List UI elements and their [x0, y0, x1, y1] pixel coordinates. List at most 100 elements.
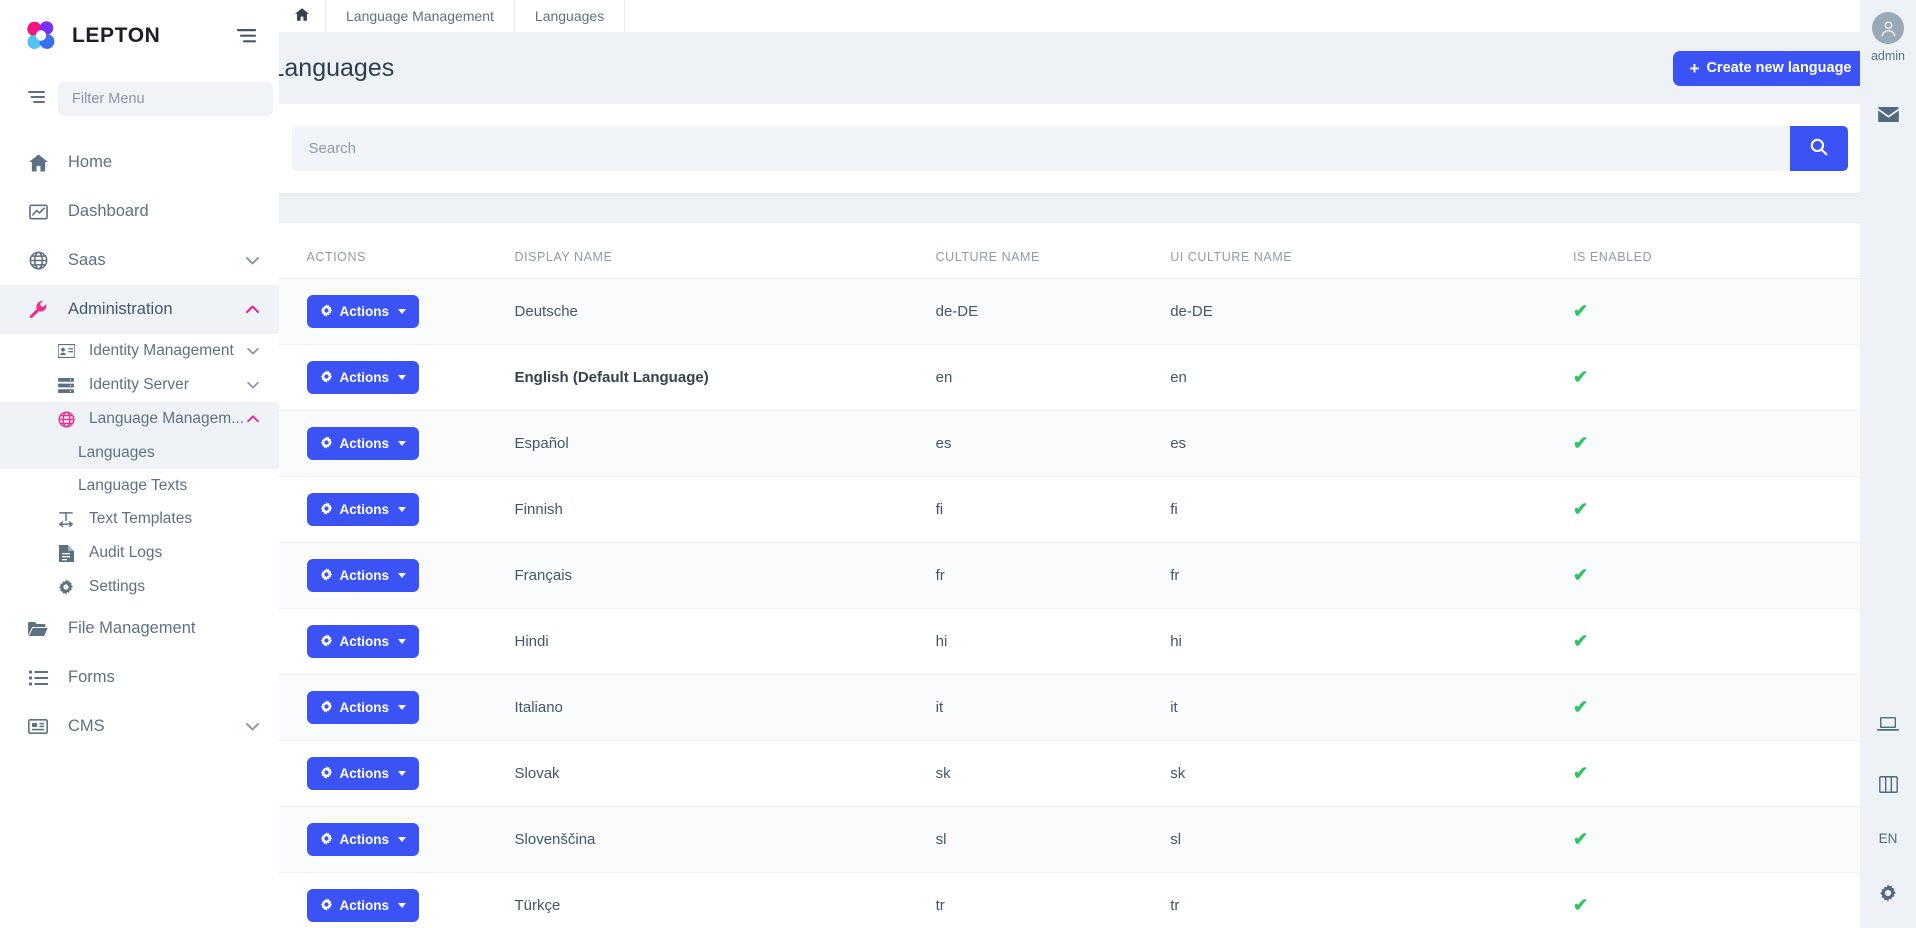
filter-menu-input[interactable] [58, 82, 273, 116]
row-actions-button[interactable]: Actions [307, 361, 420, 394]
sidebar-item-languages[interactable]: Languages [0, 436, 279, 469]
row-actions-label: Actions [340, 370, 390, 385]
sidebar-item-administration[interactable]: Administration [0, 285, 279, 334]
table-row: ActionsSlovenščinaslsl✔ [279, 807, 1860, 873]
avatar[interactable] [1872, 12, 1904, 44]
sidebar-item-label: Dashboard [68, 202, 149, 221]
search-input[interactable] [292, 126, 1790, 171]
laptop-icon[interactable] [1875, 711, 1901, 737]
cell-culture-name: fr [936, 543, 1171, 609]
cell-culture-name: de-DE [936, 279, 1171, 345]
table-header-row: ACTIONS DISPLAY NAME CULTURE NAME UI CUL… [279, 223, 1860, 279]
row-actions-label: Actions [340, 502, 390, 517]
breadcrumb-language-management[interactable]: Language Management [326, 0, 515, 32]
cell-ui-culture-name: fr [1170, 543, 1573, 609]
sidebar-item-label: Languages [78, 444, 155, 462]
cell-actions: Actions [279, 279, 515, 345]
sidebar-item-cms[interactable]: CMS [0, 702, 279, 751]
cell-display-name: Italiano [515, 675, 936, 741]
row-actions-button[interactable]: Actions [307, 889, 420, 922]
sidebar-item-label: Identity Server [89, 376, 189, 394]
gear-icon[interactable] [1875, 880, 1901, 906]
sidebar-item-identity-management[interactable]: Identity Management [0, 334, 279, 368]
rail-language-switcher[interactable]: EN [1879, 831, 1898, 846]
sidebar-item-forms[interactable]: Forms [0, 653, 279, 702]
cell-display-name: Deutsche [515, 279, 936, 345]
gear-icon [320, 766, 333, 782]
create-new-language-button[interactable]: + Create new language [1673, 51, 1860, 86]
sidebar-item-language-management[interactable]: Language Managem... [0, 402, 279, 436]
sidebar-item-identity-server[interactable]: Identity Server [0, 368, 279, 402]
sidebar-item-language-texts[interactable]: Language Texts [0, 469, 279, 502]
cell-display-name: Français [515, 543, 936, 609]
cell-is-enabled: ✔ [1573, 279, 1860, 345]
row-actions-label: Actions [340, 304, 390, 319]
check-icon: ✔ [1573, 367, 1588, 387]
sidebar-item-label: Audit Logs [89, 544, 162, 562]
cell-is-enabled: ✔ [1573, 741, 1860, 807]
sidebar-item-settings[interactable]: Settings [0, 570, 279, 604]
plus-icon: + [1690, 60, 1700, 77]
sidebar-item-label: CMS [68, 717, 105, 736]
languages-table-card: ACTIONS DISPLAY NAME CULTURE NAME UI CUL… [279, 223, 1860, 928]
row-actions-label: Actions [340, 766, 390, 781]
breadcrumb-languages[interactable]: Languages [515, 0, 625, 32]
sidebar-item-dashboard[interactable]: Dashboard [0, 187, 279, 236]
page-header: Languages + Create new language [279, 32, 1860, 104]
row-actions-button[interactable]: Actions [307, 559, 420, 592]
search-button[interactable] [1790, 126, 1848, 171]
column-header-is-enabled: IS ENABLED [1573, 223, 1860, 279]
chevron-down-icon [247, 347, 259, 355]
home-icon [26, 154, 50, 172]
cell-ui-culture-name: sk [1170, 741, 1573, 807]
sidebar-item-label: Identity Management [89, 342, 234, 360]
table-row: ActionsFinnishfifi✔ [279, 477, 1860, 543]
server-icon [56, 378, 76, 393]
caret-down-icon [398, 903, 406, 908]
row-actions-label: Actions [340, 700, 390, 715]
row-actions-button[interactable]: Actions [307, 427, 420, 460]
row-actions-button[interactable]: Actions [307, 757, 420, 790]
sidebar-item-saas[interactable]: Saas [0, 236, 279, 285]
cell-is-enabled: ✔ [1573, 609, 1860, 675]
sidebar-item-label: Forms [68, 668, 115, 687]
row-actions-label: Actions [340, 832, 390, 847]
chart-line-icon [26, 203, 50, 221]
check-icon: ✔ [1573, 763, 1588, 783]
sidebar-item-text-templates[interactable]: Text Templates [0, 502, 279, 536]
languages-table: ACTIONS DISPLAY NAME CULTURE NAME UI CUL… [279, 223, 1860, 928]
cell-ui-culture-name: fi [1170, 477, 1573, 543]
breadcrumb-home[interactable] [279, 0, 326, 32]
brand-name: LEPTON [72, 24, 160, 48]
row-actions-button[interactable]: Actions [307, 625, 420, 658]
row-actions-button[interactable]: Actions [307, 823, 420, 856]
cell-actions: Actions [279, 807, 515, 873]
breadcrumb-bar: Language Management Languages [279, 0, 1860, 32]
cell-actions: Actions [279, 411, 515, 477]
sidebar-item-label: Settings [89, 578, 145, 596]
cell-culture-name: it [936, 675, 1171, 741]
cell-culture-name: tr [936, 873, 1171, 928]
cell-is-enabled: ✔ [1573, 807, 1860, 873]
filter-menu-row [0, 72, 279, 130]
row-actions-label: Actions [340, 898, 390, 913]
table-row: ActionsHindihihi✔ [279, 609, 1860, 675]
create-new-language-label: Create new language [1706, 60, 1851, 76]
row-actions-button[interactable]: Actions [307, 493, 420, 526]
column-header-actions: ACTIONS [279, 223, 515, 279]
row-actions-label: Actions [340, 436, 390, 451]
table-row: ActionsDeutschede-DEde-DE✔ [279, 279, 1860, 345]
sidebar-item-audit-logs[interactable]: Audit Logs [0, 536, 279, 570]
columns-icon[interactable] [1875, 771, 1901, 797]
sidebar-item-file-management[interactable]: File Management [0, 604, 279, 653]
cell-actions: Actions [279, 675, 515, 741]
envelope-icon[interactable] [1875, 101, 1901, 127]
file-lines-icon [56, 545, 76, 562]
sidebar-item-home[interactable]: Home [0, 138, 279, 187]
page-title: Languages [279, 54, 394, 83]
caret-down-icon [398, 639, 406, 644]
row-actions-button[interactable]: Actions [307, 691, 420, 724]
chevron-down-icon [247, 381, 259, 389]
row-actions-button[interactable]: Actions [307, 295, 420, 328]
menu-collapse-icon[interactable] [235, 25, 257, 47]
